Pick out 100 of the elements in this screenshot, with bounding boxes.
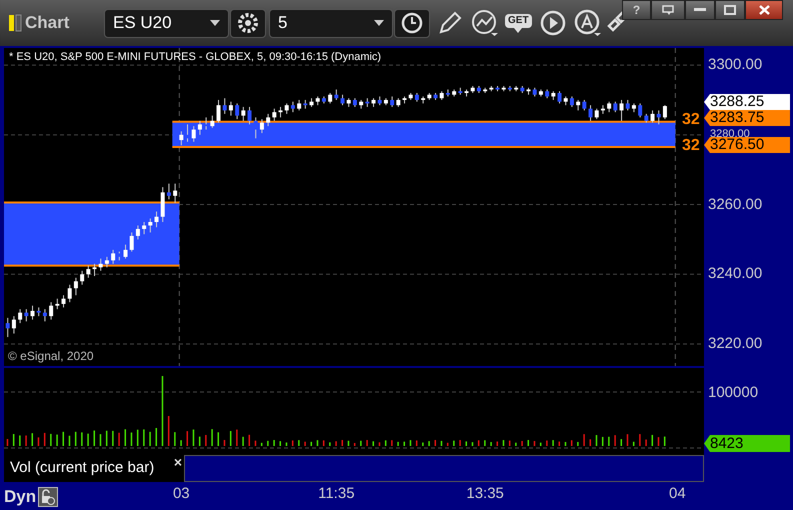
candlestick <box>148 218 152 233</box>
candlestick <box>80 270 84 286</box>
zone-count: 32 <box>682 138 700 154</box>
price-tick: 3300.00 <box>708 57 762 72</box>
minimize-button[interactable] <box>685 0 715 20</box>
candlestick <box>626 99 630 111</box>
close-study-button[interactable]: × <box>174 455 182 469</box>
candlestick <box>594 108 599 120</box>
candlestick <box>334 88 338 100</box>
candlestick <box>30 305 35 320</box>
candlestick <box>260 118 264 134</box>
candlestick <box>248 106 252 125</box>
candlestick <box>42 308 47 322</box>
candlestick <box>98 258 103 272</box>
candlestick <box>662 104 667 120</box>
clock-button[interactable] <box>394 8 430 38</box>
candlestick <box>235 102 240 120</box>
time-tick: 11:35 <box>318 486 355 501</box>
copyright-text: © eSignal, 2020 <box>8 348 94 365</box>
candlestick <box>142 221 146 235</box>
candlestick <box>166 183 171 200</box>
candlestick <box>68 284 72 303</box>
settings-button[interactable] <box>230 8 266 38</box>
circled-a-icon[interactable] <box>574 9 602 37</box>
candlestick <box>241 106 246 122</box>
candlestick <box>656 110 661 125</box>
candlestick <box>297 99 302 111</box>
candlestick <box>582 99 586 111</box>
caret-icon <box>374 20 384 26</box>
close-icon <box>758 5 770 15</box>
candlestick <box>24 308 28 322</box>
candlestick <box>290 101 295 113</box>
time-tick: 04 <box>668 486 686 501</box>
dock-icon <box>662 5 674 15</box>
candlestick <box>104 256 109 268</box>
window-title: Chart <box>25 12 70 34</box>
candlestick <box>328 92 332 104</box>
candlestick <box>86 265 90 278</box>
maximize-icon <box>724 5 736 15</box>
candlestick <box>62 294 66 308</box>
chart-legend: * ES U20, S&P 500 E-MINI FUTURES - GLOBEX, 5, 09:30-16:15 (Dynamic) <box>9 51 382 63</box>
candlestick <box>613 101 618 113</box>
price-marker: 3276.50 <box>704 137 790 153</box>
candlestick <box>136 224 140 240</box>
price-marker: 3283.75 <box>704 110 790 126</box>
candlestick <box>173 183 178 204</box>
price-tick: 3240.00 <box>708 266 762 282</box>
volume-tick: 100000 <box>708 385 758 400</box>
price-tick: 3220.00 <box>708 336 762 352</box>
maximize-button[interactable] <box>715 0 745 20</box>
caret-icon <box>210 20 220 26</box>
help-button[interactable]: ? <box>622 0 651 20</box>
dock-button[interactable] <box>651 0 685 20</box>
candlestick <box>49 302 54 320</box>
candlestick <box>228 101 233 116</box>
price-tick: 3260.00 <box>708 196 762 212</box>
candlestick <box>216 99 221 124</box>
candlestick <box>74 277 78 296</box>
interval-dropdown[interactable]: 5 <box>269 8 393 38</box>
candlestick <box>179 130 184 146</box>
candlestick <box>186 124 190 142</box>
candlestick <box>390 96 394 108</box>
price-tick: 3280.00 <box>710 128 750 140</box>
candlestick <box>210 115 214 128</box>
study-label: Vol (current price bar) <box>10 458 154 478</box>
candlestick <box>222 98 227 114</box>
close-button[interactable] <box>745 0 783 20</box>
candlestick <box>6 317 10 338</box>
minimize-icon <box>694 8 706 12</box>
candlestick <box>576 99 580 111</box>
play-icon[interactable] <box>540 10 566 36</box>
candlestick <box>272 108 276 122</box>
candlestick <box>588 104 593 122</box>
symbol-dropdown[interactable]: ES U20 <box>104 8 229 38</box>
candlestick <box>558 90 562 104</box>
candlestick <box>620 99 624 122</box>
candlestick <box>192 126 196 142</box>
dynamic-mode-label[interactable]: Dyn <box>4 484 36 510</box>
candlestick <box>18 308 22 324</box>
panel-color-icon <box>9 14 23 32</box>
time-tick: 03 <box>172 486 190 501</box>
candlestick <box>254 116 258 139</box>
candlestick <box>198 120 202 136</box>
candlestick <box>130 232 134 252</box>
candlestick <box>638 102 642 118</box>
candlestick <box>111 249 116 264</box>
volume-marker: 8423 <box>704 435 790 452</box>
candlestick <box>124 244 128 260</box>
candlestick <box>650 110 655 124</box>
clock-icon <box>401 12 423 34</box>
candlestick <box>607 101 612 113</box>
candlestick <box>340 94 345 106</box>
line-chart-icon[interactable] <box>471 9 499 37</box>
candlestick <box>570 96 574 108</box>
settings-icon <box>237 12 259 34</box>
time-tick: 13:35 <box>466 486 504 501</box>
candlestick <box>266 113 270 127</box>
pencil-icon[interactable] <box>437 10 463 36</box>
lock-icon[interactable] <box>38 486 58 507</box>
candlestick <box>154 211 159 228</box>
